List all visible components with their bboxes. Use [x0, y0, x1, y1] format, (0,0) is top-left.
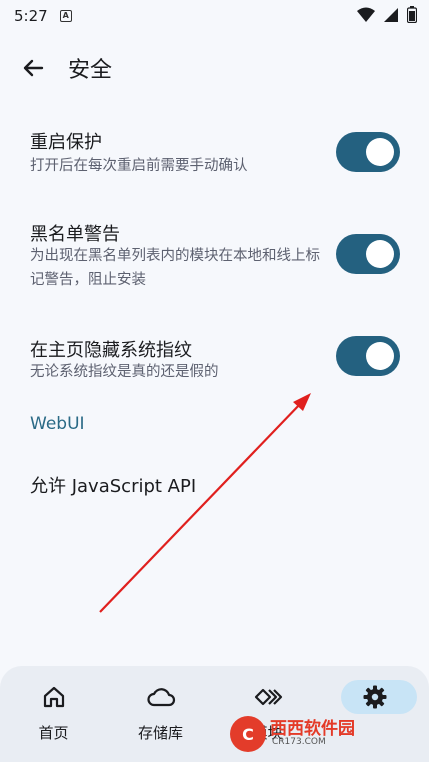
- watermark-logo: C 西西软件园 CR173.COM: [230, 714, 410, 754]
- status-bar: 5:27 A: [0, 0, 429, 32]
- setting-reboot-protection[interactable]: 重启保护 打开后在每次重启前需要手动确认: [0, 122, 429, 186]
- setting-blacklist-warning[interactable]: 黑名单警告 为出现在黑名单列表内的模块在本地和线上标记警告，阻止安装: [0, 214, 429, 298]
- battery-icon: [407, 6, 417, 23]
- arrow-back-icon: [23, 59, 44, 77]
- cloud-icon: [146, 682, 176, 712]
- setting-description: 打开后在每次重启前需要手动确认: [30, 158, 248, 174]
- setting-description: 无论系统指纹是真的还是假的: [30, 364, 219, 380]
- watermark-text: 西西软件园: [270, 719, 355, 739]
- toggle-thumb: [366, 240, 394, 268]
- nav-item-home[interactable]: 首页: [0, 666, 107, 762]
- wifi-icon: [357, 7, 375, 22]
- setting-title: 黑名单警告: [30, 224, 120, 245]
- watermark-subtext: CR173.COM: [272, 737, 326, 747]
- modules-icon: [253, 682, 283, 712]
- status-time: 5:27: [14, 7, 48, 25]
- setting-title: 在主页隐藏系统指纹: [30, 340, 192, 361]
- page-title: 安全: [68, 58, 113, 83]
- reboot-protection-toggle[interactable]: [336, 132, 400, 172]
- setting-hide-fingerprint[interactable]: 在主页隐藏系统指纹 无论系统指纹是真的还是假的: [0, 330, 429, 394]
- setting-allow-js-api[interactable]: 允许 JavaScript API: [30, 472, 196, 498]
- blacklist-warning-toggle[interactable]: [336, 234, 400, 274]
- home-icon: [39, 682, 69, 712]
- notification-icon: A: [59, 10, 72, 22]
- gear-icon: [360, 682, 390, 712]
- setting-title: 重启保护: [30, 132, 102, 153]
- back-button[interactable]: [8, 43, 58, 93]
- toggle-thumb: [366, 138, 394, 166]
- status-icons: [357, 6, 417, 23]
- app-bar: 安全: [0, 40, 429, 96]
- nav-label: 首页: [38, 724, 69, 742]
- section-header-webui: WebUI: [30, 414, 85, 434]
- setting-description: 为出现在黑名单列表内的模块在本地和线上标记警告，阻止安装: [30, 248, 320, 288]
- watermark-circle-icon: C: [230, 716, 266, 752]
- signal-icon: [384, 7, 398, 22]
- nav-item-repository[interactable]: 存储库: [107, 666, 214, 762]
- toggle-thumb: [366, 342, 394, 370]
- hide-fingerprint-toggle[interactable]: [336, 336, 400, 376]
- nav-label: 存储库: [137, 724, 183, 742]
